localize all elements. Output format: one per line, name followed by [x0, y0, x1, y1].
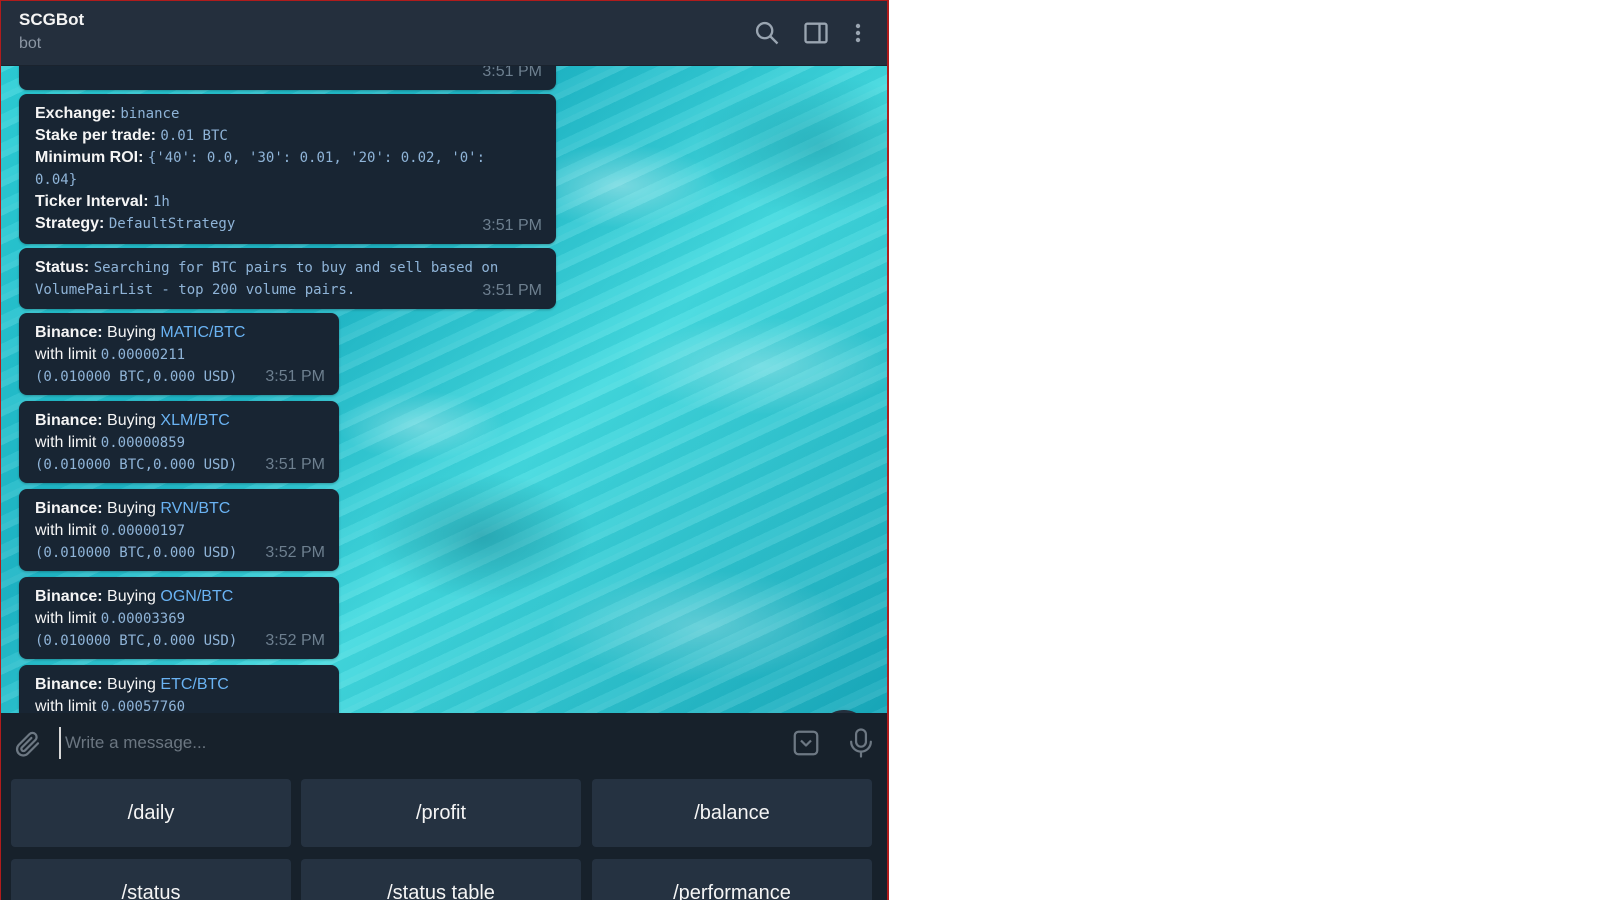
- exchange-name: Binance:: [35, 324, 103, 341]
- buy-action: Buying: [107, 500, 156, 517]
- strategy-label: Strategy:: [35, 215, 105, 232]
- message-time: 3:51 PM: [482, 66, 542, 80]
- status-command-button[interactable]: /status: [11, 859, 291, 900]
- performance-command-button[interactable]: /performance: [592, 859, 872, 900]
- buy-action: Buying: [107, 588, 156, 605]
- message-input[interactable]: [59, 727, 759, 759]
- stake-value: 0.01 BTC: [160, 128, 228, 144]
- message-bubble[interactable]: 3:51 PM: [19, 66, 556, 90]
- pair-link[interactable]: MATIC/BTC: [160, 324, 245, 341]
- search-icon[interactable]: [753, 19, 781, 47]
- buy-action: Buying: [107, 324, 156, 341]
- message-bubble[interactable]: Binance: Buying MATIC/BTC with limit 0.0…: [19, 313, 339, 395]
- amount-value: (0.010000 BTC,0.000 USD): [35, 457, 238, 473]
- chat-subtitle: bot: [19, 35, 42, 52]
- bot-keyboard: /daily /profit /balance /status /status …: [1, 773, 887, 900]
- roi-value-cont: 0.04}: [35, 172, 78, 188]
- limit-label: with limit: [35, 346, 97, 363]
- ticker-value: 1h: [153, 194, 170, 210]
- message-composer: [1, 713, 887, 773]
- sidebar-toggle-icon[interactable]: [802, 19, 830, 47]
- message-bubble[interactable]: Status: Searching for BTC pairs to buy a…: [19, 248, 556, 309]
- buy-action: Buying: [107, 412, 156, 429]
- profit-command-button[interactable]: /profit: [301, 779, 581, 847]
- message-time: 3:51 PM: [482, 217, 542, 234]
- balance-command-button[interactable]: /balance: [592, 779, 872, 847]
- amount-value: (0.010000 BTC,0.000 USD): [35, 545, 238, 561]
- status-line-2: VolumePairList - top 200 volume pairs.: [35, 282, 356, 298]
- roi-label: Minimum ROI:: [35, 149, 144, 166]
- exchange-name: Binance:: [35, 588, 103, 605]
- exchange-name: Binance:: [35, 500, 103, 517]
- paperclip-icon[interactable]: [13, 729, 43, 759]
- limit-value: 0.00000197: [100, 523, 186, 539]
- pair-link[interactable]: OGN/BTC: [160, 588, 233, 605]
- chat-header: SCGBot bot: [1, 1, 887, 66]
- chat-title[interactable]: SCGBot: [19, 10, 84, 30]
- status-label: Status:: [35, 259, 90, 276]
- buy-action: Buying: [107, 676, 156, 693]
- bot-keyboard-toggle-icon[interactable]: [791, 728, 821, 758]
- message-bubble[interactable]: Binance: Buying RVN/BTC with limit 0.000…: [19, 489, 339, 571]
- message-time: 3:51 PM: [265, 368, 325, 385]
- limit-label: with limit: [35, 522, 97, 539]
- limit-label: with limit: [35, 610, 97, 627]
- pair-link[interactable]: ETC/BTC: [160, 676, 228, 693]
- amount-value: (0.010000 BTC,0.000 USD): [35, 633, 238, 649]
- message-bubble[interactable]: Binance: Buying ETC/BTC with limit 0.000…: [19, 665, 339, 713]
- pair-link[interactable]: XLM/BTC: [160, 412, 229, 429]
- limit-label: with limit: [35, 698, 97, 713]
- message-bubble[interactable]: Binance: Buying OGN/BTC with limit 0.000…: [19, 577, 339, 659]
- exchange-name: Binance:: [35, 412, 103, 429]
- strategy-value: DefaultStrategy: [108, 216, 236, 232]
- amount-value: (0.010000 BTC,0.000 USD): [35, 369, 238, 385]
- message-time: 3:52 PM: [265, 632, 325, 649]
- message-bubble[interactable]: Binance: Buying XLM/BTC with limit 0.000…: [19, 401, 339, 483]
- roi-value: {'40': 0.0, '30': 0.01, '20': 0.02, '0':: [147, 150, 486, 166]
- message-time: 3:51 PM: [265, 456, 325, 473]
- limit-label: with limit: [35, 434, 97, 451]
- message-time: 3:51 PM: [482, 282, 542, 299]
- stake-label: Stake per trade:: [35, 127, 156, 144]
- status-line-1: Searching for BTC pairs to buy and sell …: [93, 260, 499, 276]
- limit-value: 0.00057760: [100, 699, 186, 713]
- limit-value: 0.00000859: [100, 435, 186, 451]
- message-bubble[interactable]: Exchange: binance Stake per trade: 0.01 …: [19, 94, 556, 244]
- message-time: 3:52 PM: [265, 544, 325, 561]
- exchange-name: Binance:: [35, 676, 103, 693]
- microphone-icon[interactable]: [846, 727, 876, 759]
- telegram-window: SCGBot bot 3:51 PM Exchange: binance Sta…: [0, 0, 889, 900]
- daily-command-button[interactable]: /daily: [11, 779, 291, 847]
- status-table-command-button[interactable]: /status table: [301, 859, 581, 900]
- limit-value: 0.00000211: [100, 347, 186, 363]
- exchange-value: binance: [120, 106, 180, 122]
- exchange-label: Exchange:: [35, 105, 116, 122]
- pair-link[interactable]: RVN/BTC: [160, 500, 230, 517]
- message-list[interactable]: 3:51 PM Exchange: binance Stake per trad…: [1, 66, 887, 713]
- ticker-label: Ticker Interval:: [35, 193, 149, 210]
- more-vertical-icon[interactable]: [846, 19, 870, 47]
- limit-value: 0.00003369: [100, 611, 186, 627]
